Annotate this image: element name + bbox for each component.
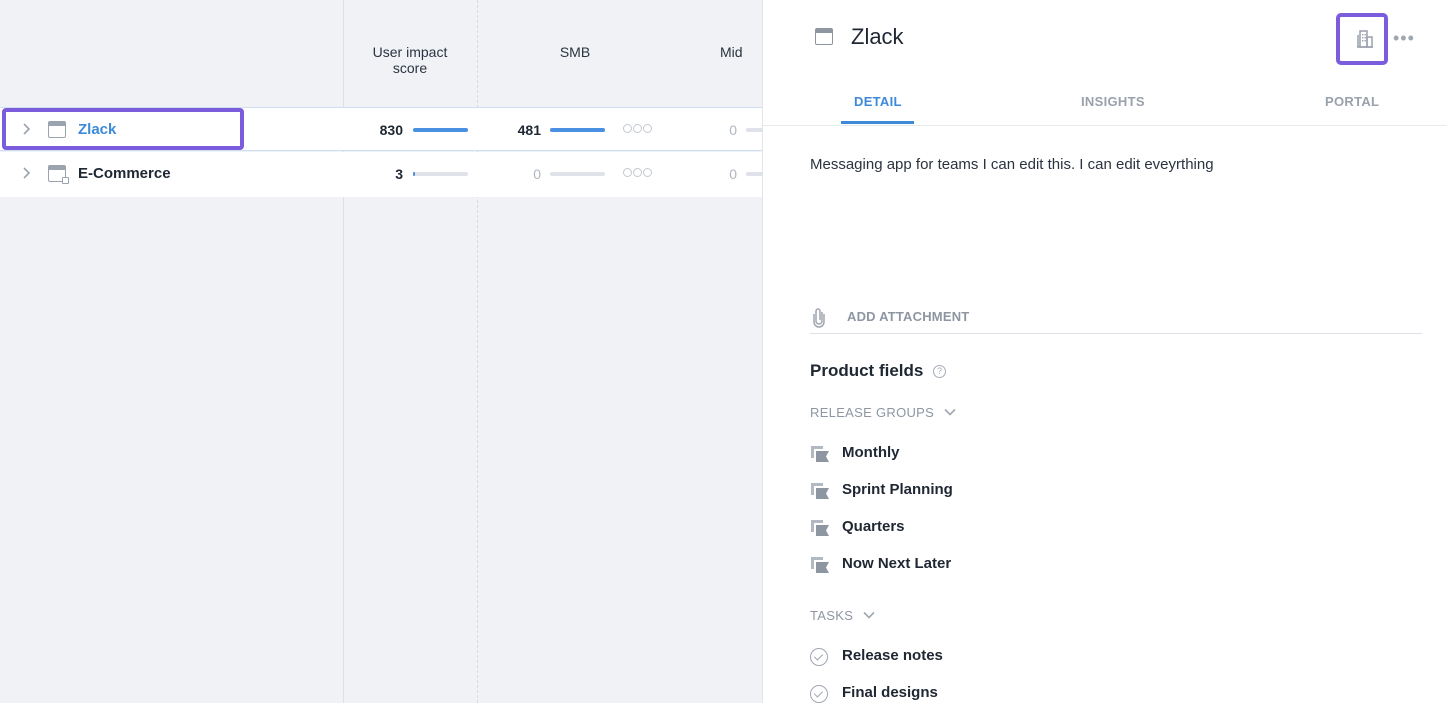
grid-header: User impact score SMB Mid	[0, 0, 762, 107]
help-icon[interactable]: ?	[933, 365, 946, 378]
impact-score: 830	[379, 122, 403, 138]
task-label: Final designs	[842, 684, 938, 701]
release-group-label: Quarters	[842, 518, 905, 535]
smb-bar	[550, 172, 605, 176]
release-group-icon	[811, 520, 829, 536]
smb-score: 0	[533, 166, 541, 182]
task-check-icon[interactable]	[810, 648, 828, 666]
impact-bar	[413, 128, 468, 132]
mid-score: 0	[729, 166, 737, 182]
release-group-icon	[811, 483, 829, 499]
tab-insights[interactable]: INSIGHTS	[1081, 94, 1145, 109]
column-header-user-impact[interactable]: User impact score	[360, 44, 460, 76]
mid-bar	[746, 128, 762, 132]
smb-bar	[550, 128, 605, 132]
paperclip-icon	[813, 308, 825, 328]
rating-dots[interactable]	[623, 168, 653, 180]
product-icon	[48, 165, 69, 184]
tab-portal[interactable]: PORTAL	[1325, 94, 1379, 109]
description-text[interactable]: Messaging app for teams I can edit this.…	[810, 156, 1214, 173]
rating-dots[interactable]	[623, 124, 653, 136]
building-icon	[1357, 30, 1373, 48]
add-attachment-label: ADD ATTACHMENT	[847, 309, 970, 324]
column-header-mid[interactable]: Mid	[720, 44, 762, 60]
task-label: Release notes	[842, 647, 943, 664]
release-group-label: Now Next Later	[842, 555, 952, 572]
task-check-icon[interactable]	[810, 685, 828, 703]
table-row[interactable]: E-Commerce 3 0 0	[0, 152, 762, 197]
release-group-icon	[811, 446, 829, 462]
impact-bar-fill	[413, 172, 416, 176]
impact-bar-fill	[413, 128, 468, 132]
impact-score: 3	[395, 166, 403, 182]
detail-panel: Zlack ••• DETAIL INSIGHTS PORTAL Messagi…	[762, 0, 1447, 703]
mid-bar	[746, 172, 762, 176]
building-button[interactable]	[1336, 13, 1388, 65]
selected-row-highlight	[2, 108, 244, 150]
product-icon	[815, 28, 833, 45]
column-header-label: SMB	[559, 44, 591, 60]
release-group-label: Sprint Planning	[842, 481, 953, 498]
active-tab-indicator	[841, 121, 914, 124]
panel-title[interactable]: Zlack	[851, 24, 904, 50]
column-header-label: Mid	[720, 44, 743, 60]
add-attachment-button[interactable]: ADD ATTACHMENT	[810, 302, 1422, 334]
chevron-down-icon	[944, 408, 956, 416]
column-header-label: score	[392, 60, 428, 76]
column-header-smb[interactable]: SMB	[535, 44, 615, 60]
tab-bar: DETAIL INSIGHTS PORTAL	[763, 80, 1447, 126]
impact-bar	[413, 172, 468, 176]
smb-score: 481	[517, 122, 541, 138]
release-group-label: Monthly	[842, 444, 900, 461]
chevron-right-icon[interactable]	[21, 166, 31, 180]
product-grid: User impact score SMB Mid Zlack 830 481 …	[0, 0, 762, 703]
release-groups-label: RELEASE GROUPS	[810, 405, 935, 420]
tasks-toggle[interactable]: TASKS	[810, 608, 875, 623]
column-header-label: User impact	[372, 44, 448, 60]
release-group-icon	[811, 557, 829, 573]
tab-detail[interactable]: DETAIL	[854, 94, 902, 109]
row-name[interactable]: E-Commerce	[78, 165, 171, 182]
release-groups-toggle[interactable]: RELEASE GROUPS	[810, 405, 956, 420]
tasks-label: TASKS	[810, 608, 854, 623]
chevron-down-icon	[863, 611, 875, 619]
more-icon[interactable]: •••	[1393, 28, 1415, 49]
product-fields-title: Product fields	[810, 361, 924, 380]
smb-bar-fill	[550, 128, 605, 132]
mid-score: 0	[729, 122, 737, 138]
